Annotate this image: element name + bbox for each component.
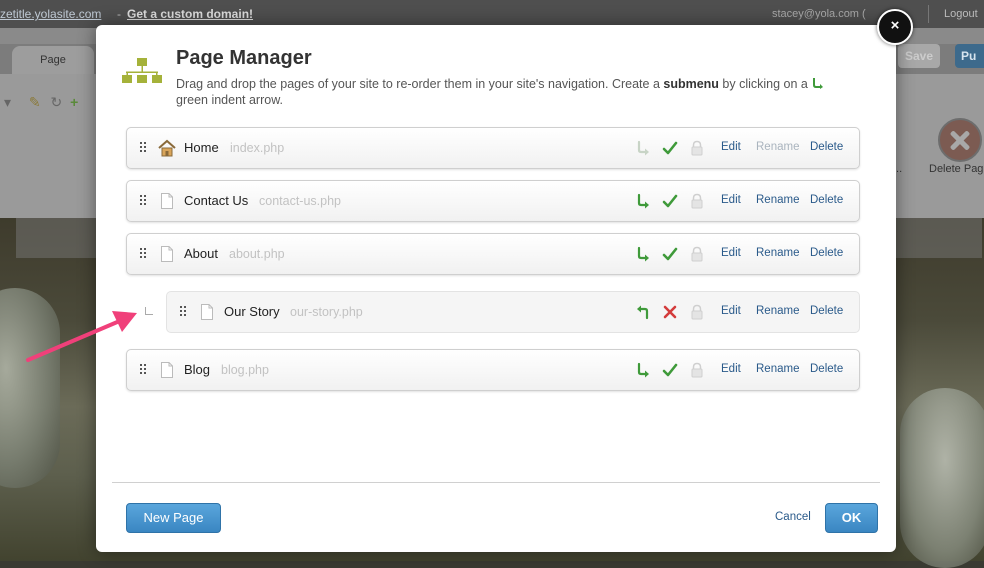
rename-link[interactable]: Rename (756, 247, 799, 259)
page-icon (161, 362, 173, 378)
page-row[interactable]: About about.php Edit Rename Delete (126, 233, 860, 275)
page-filename: our-story.php (290, 305, 363, 319)
description-text: Drag and drop the pages of your site to … (176, 77, 664, 91)
delete-link[interactable]: Delete (810, 194, 843, 206)
page-icon (201, 304, 213, 320)
dropdown-icon[interactable]: ▾ (4, 94, 11, 110)
rename-link[interactable]: Rename (756, 363, 799, 375)
checkmark-icon[interactable] (662, 362, 678, 378)
edit-link[interactable]: Edit (721, 141, 741, 153)
account-email: stacey@yola.com ( (772, 8, 866, 20)
sitemap-icon (122, 58, 162, 83)
page-filename: contact-us.php (259, 194, 341, 208)
drag-handle-icon[interactable] (140, 364, 146, 376)
indent-arrow-icon[interactable] (635, 362, 651, 378)
delete-link[interactable]: Delete (810, 141, 843, 153)
submenu-connector (145, 307, 153, 315)
background-flower-image (900, 388, 984, 568)
cancel-button[interactable]: Cancel (775, 511, 811, 523)
indent-arrow-icon (813, 78, 824, 89)
top-bar-divider (928, 5, 929, 23)
indent-arrow-icon[interactable] (635, 246, 651, 262)
rename-link[interactable]: Rename (756, 305, 799, 317)
dialog-description: Drag and drop the pages of your site to … (176, 76, 836, 108)
lock-icon[interactable] (689, 304, 705, 320)
plus-icon[interactable]: + (70, 94, 78, 110)
dialog-title: Page Manager (176, 47, 312, 69)
page-filename: index.php (230, 141, 285, 155)
drag-handle-icon[interactable] (180, 306, 186, 318)
dialog-divider (112, 482, 880, 483)
checkmark-icon[interactable] (662, 140, 678, 156)
page-row[interactable]: Our Story our-story.php Edit Rename Delete (166, 291, 860, 333)
pencil-icon[interactable]: ✎ (29, 94, 41, 110)
page-row[interactable]: Blog blog.php Edit Rename Delete (126, 349, 860, 391)
x-mark-icon[interactable] (662, 304, 678, 320)
outdent-arrow-icon[interactable] (635, 304, 651, 320)
edit-link[interactable]: Edit (721, 247, 741, 259)
site-url-link[interactable]: zetitle.yolasite.com (0, 7, 101, 21)
editor-tools: ▾ ✎ ↻ + (4, 94, 78, 111)
page-name: Our Story (224, 304, 280, 319)
description-bold-text: submenu (663, 77, 719, 91)
page-icon (161, 193, 173, 209)
page-name: Contact Us (184, 193, 249, 208)
lock-icon[interactable] (689, 246, 705, 262)
edit-link[interactable]: Edit (721, 194, 741, 206)
delete-page-label: Delete Pag (929, 163, 984, 175)
delete-link[interactable]: Delete (810, 363, 843, 375)
logout-link[interactable]: Logout (944, 8, 978, 20)
page-name: About (184, 246, 218, 261)
checkmark-icon[interactable] (662, 246, 678, 262)
tab-page[interactable]: Page (12, 46, 94, 74)
rename-link[interactable]: Rename (756, 141, 799, 153)
drag-handle-icon[interactable] (140, 248, 146, 260)
home-icon (158, 139, 176, 157)
drag-handle-icon[interactable] (140, 195, 146, 207)
top-bar-separator: - (117, 7, 121, 21)
checkmark-icon[interactable] (662, 193, 678, 209)
page-row[interactable]: Home index.php Edit Rename Delete (126, 127, 860, 169)
indent-arrow-icon[interactable] (635, 193, 651, 209)
save-button[interactable]: Save (898, 44, 940, 68)
page-icon (161, 246, 173, 262)
delete-page-icon[interactable] (938, 118, 982, 162)
top-bar: zetitle.yolasite.com - Get a custom doma… (0, 0, 984, 28)
lock-icon[interactable] (689, 140, 705, 156)
page-name: Home (184, 140, 219, 155)
edit-link[interactable]: Edit (721, 363, 741, 375)
publish-button[interactable]: Pu (955, 44, 984, 68)
refresh-icon[interactable]: ↻ (51, 94, 63, 110)
indent-arrow-icon[interactable] (635, 140, 651, 156)
lock-icon[interactable] (689, 193, 705, 209)
description-text: by clicking on a (718, 77, 812, 91)
rename-link[interactable]: Rename (756, 194, 799, 206)
delete-link[interactable]: Delete (810, 305, 843, 317)
page-name: Blog (184, 362, 211, 377)
drag-handle-icon[interactable] (140, 142, 146, 154)
custom-domain-link[interactable]: Get a custom domain! (127, 7, 253, 21)
delete-link[interactable]: Delete (810, 247, 843, 259)
new-page-button[interactable]: New Page (126, 503, 221, 533)
close-button[interactable]: × (877, 9, 913, 45)
page-manager-dialog: Page Manager Drag and drop the pages of … (96, 25, 896, 552)
ok-button[interactable]: OK (825, 503, 878, 533)
lock-icon[interactable] (689, 362, 705, 378)
page-filename: blog.php (221, 363, 269, 377)
page-filename: about.php (229, 247, 285, 261)
page-row[interactable]: Contact Us contact-us.php Edit Rename Delete (126, 180, 860, 222)
background-flower-image (0, 288, 60, 488)
edit-link[interactable]: Edit (721, 305, 741, 317)
description-text: green indent arrow. (176, 93, 284, 107)
